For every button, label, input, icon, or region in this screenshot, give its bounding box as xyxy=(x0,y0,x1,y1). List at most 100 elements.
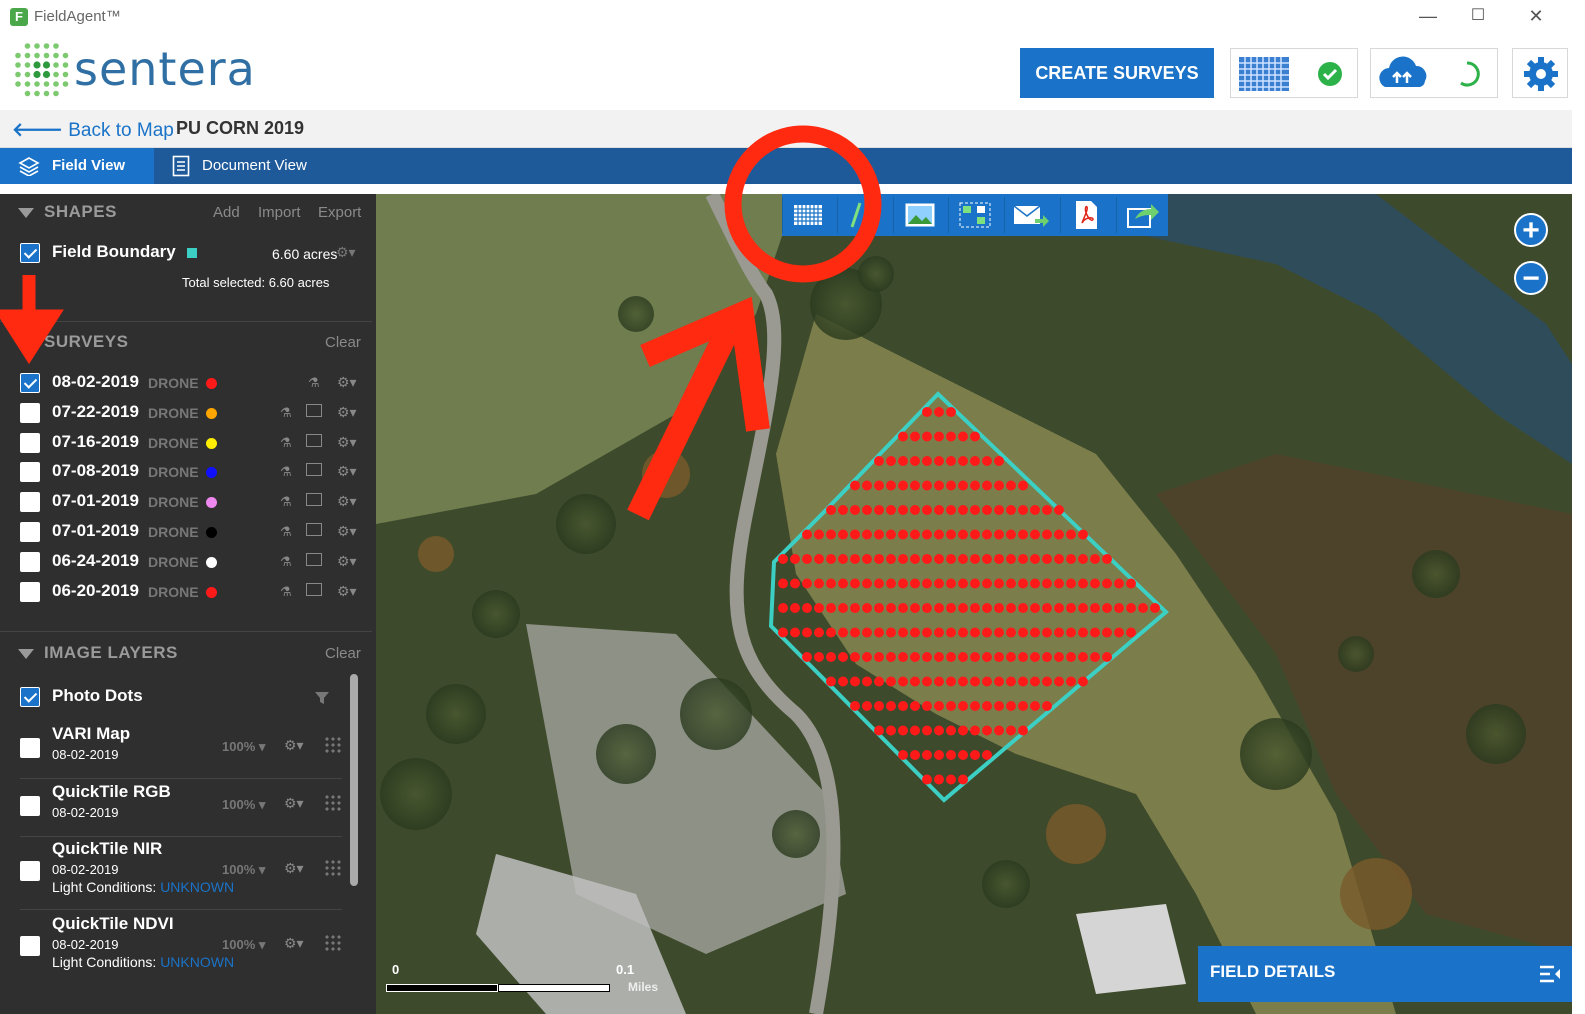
upload-status-box[interactable] xyxy=(1370,48,1498,98)
minimize-button[interactable]: — xyxy=(1408,4,1448,28)
gear-icon[interactable]: ⚙▾ xyxy=(337,374,357,391)
boundary-gear-icon[interactable]: ⚙▾ xyxy=(336,244,356,261)
surveys-clear-link[interactable]: Clear xyxy=(325,334,361,351)
image-layers-section-header[interactable]: IMAGE LAYERS Clear xyxy=(0,635,370,671)
toolbar-draw-button[interactable] xyxy=(837,197,887,233)
survey-checkbox[interactable] xyxy=(20,551,40,572)
image-layer-row[interactable]: QuickTile RGB 08-02-2019 100% ▾ ⚙▾ xyxy=(0,780,350,836)
image-layer-row[interactable]: VARI Map 08-02-2019 100% ▾ ⚙▾ xyxy=(0,722,350,778)
gear-icon[interactable]: ⚙▾ xyxy=(337,404,357,421)
image-icon[interactable] xyxy=(306,493,322,507)
photo-dot xyxy=(970,431,980,442)
zoom-out-button[interactable]: − xyxy=(1514,261,1548,295)
shapes-export-link[interactable]: Export xyxy=(318,204,361,221)
flask-icon[interactable]: ⚗ xyxy=(308,375,320,391)
flask-icon[interactable]: ⚗ xyxy=(280,584,292,600)
drag-handle-icon[interactable] xyxy=(324,794,342,812)
survey-checkbox[interactable] xyxy=(20,492,40,513)
project-title: PU CORN 2019 xyxy=(176,118,305,138)
field-details-button[interactable]: FIELD DETAILS xyxy=(1198,946,1572,1002)
image-icon[interactable] xyxy=(306,403,322,417)
flask-icon[interactable]: ⚗ xyxy=(280,524,292,540)
gear-icon[interactable]: ⚙▾ xyxy=(284,737,304,754)
gear-icon[interactable]: ⚙▾ xyxy=(337,493,357,510)
toolbar-image-button[interactable] xyxy=(893,197,943,233)
image-icon[interactable] xyxy=(306,552,322,566)
layer-opacity-select[interactable]: 100% ▾ xyxy=(222,797,265,813)
survey-checkbox[interactable] xyxy=(20,373,40,393)
survey-checkbox[interactable] xyxy=(20,581,40,602)
survey-row[interactable]: 06-24-2019 DRONE ⚗ ⚙▾ xyxy=(0,547,370,577)
image-layer-row[interactable]: QuickTile NIR 08-02-2019 Light Condition… xyxy=(0,837,350,909)
survey-row[interactable]: 07-01-2019 DRONE ⚗ ⚙▾ xyxy=(0,517,370,547)
flask-icon[interactable]: ⚗ xyxy=(280,435,292,451)
tile-status-box[interactable] xyxy=(1230,48,1358,98)
toolbar-tiles-button[interactable] xyxy=(782,197,832,233)
flask-icon[interactable]: ⚗ xyxy=(280,494,292,510)
gear-icon[interactable]: ⚙▾ xyxy=(284,860,304,877)
survey-checkbox[interactable] xyxy=(20,522,40,542)
drag-handle-icon[interactable] xyxy=(324,736,342,754)
drag-handle-icon[interactable] xyxy=(324,859,342,877)
image-icon[interactable] xyxy=(306,463,322,477)
survey-row[interactable]: 06-20-2019 DRONE ⚗ ⚙▾ xyxy=(0,577,370,607)
flask-icon[interactable]: ⚗ xyxy=(280,554,292,570)
drag-handle-icon[interactable] xyxy=(324,934,342,952)
survey-row[interactable]: 07-01-2019 DRONE ⚗ ⚙▾ xyxy=(0,487,370,517)
surveys-section-header[interactable]: SURVEYS Clear xyxy=(0,324,370,360)
gear-icon[interactable]: ⚙▾ xyxy=(284,935,304,952)
image-icon[interactable] xyxy=(306,582,322,596)
survey-checkbox[interactable] xyxy=(20,402,40,423)
gear-icon[interactable]: ⚙▾ xyxy=(337,523,357,540)
flask-icon[interactable]: ⚗ xyxy=(280,405,292,421)
create-surveys-button[interactable]: CREATE SURVEYS xyxy=(1020,48,1214,98)
survey-row[interactable]: 08-02-2019 DRONE ⚗ ⚙▾ xyxy=(0,368,370,398)
shapes-import-link[interactable]: Import xyxy=(258,204,301,221)
map-view[interactable]: + − 0 0.1 Miles FIELD DETAILS xyxy=(376,194,1572,1014)
gear-icon[interactable]: ⚙▾ xyxy=(284,795,304,812)
survey-row[interactable]: 07-16-2019 DRONE ⚗ ⚙▾ xyxy=(0,428,370,458)
survey-checkbox[interactable] xyxy=(20,432,40,453)
sidebar-scrollbar[interactable] xyxy=(350,674,358,886)
survey-row[interactable]: 07-22-2019 DRONE ⚗ ⚙▾ xyxy=(0,398,370,428)
shapes-section-header[interactable]: SHAPES Add Import Export xyxy=(0,194,370,230)
layer-checkbox[interactable] xyxy=(20,738,40,758)
survey-row[interactable]: 07-08-2019 DRONE ⚗ ⚙▾ xyxy=(0,457,370,487)
image-icon[interactable] xyxy=(306,523,322,536)
field-boundary-checkbox[interactable] xyxy=(20,243,40,263)
photo-dot xyxy=(982,750,992,760)
flask-icon[interactable]: ⚗ xyxy=(280,464,292,480)
gear-icon[interactable]: ⚙▾ xyxy=(337,553,357,570)
settings-button[interactable] xyxy=(1512,48,1568,98)
survey-checkbox[interactable] xyxy=(20,462,40,483)
tree-canopy xyxy=(982,860,1030,908)
gear-icon[interactable]: ⚙▾ xyxy=(337,583,357,600)
layer-opacity-select[interactable]: 100% ▾ xyxy=(222,937,265,953)
layer-checkbox[interactable] xyxy=(20,936,40,956)
gear-icon[interactable]: ⚙▾ xyxy=(337,463,357,480)
filter-icon[interactable] xyxy=(314,690,330,706)
image-layers-clear-link[interactable]: Clear xyxy=(325,645,361,662)
shapes-add-link[interactable]: Add xyxy=(213,204,240,221)
image-layer-row[interactable]: QuickTile NDVI 08-02-2019 Light Conditio… xyxy=(0,912,350,984)
photo-dot xyxy=(898,480,908,491)
gear-icon[interactable]: ⚙▾ xyxy=(337,434,357,451)
maximize-button[interactable]: ☐ xyxy=(1458,4,1498,28)
tab-document-view[interactable]: Document View xyxy=(154,148,334,184)
photo-dot xyxy=(1054,627,1064,638)
layer-checkbox[interactable] xyxy=(20,861,40,881)
toolbar-email-button[interactable] xyxy=(1004,197,1054,233)
tab-field-view[interactable]: Field View xyxy=(0,148,154,184)
photo-dots-checkbox[interactable] xyxy=(20,687,40,707)
toolbar-pdf-button[interactable] xyxy=(1060,197,1110,233)
layer-opacity-select[interactable]: 100% ▾ xyxy=(222,739,265,755)
toolbar-export-button[interactable] xyxy=(1116,197,1166,233)
layer-opacity-select[interactable]: 100% ▾ xyxy=(222,862,265,878)
image-icon[interactable] xyxy=(306,433,322,447)
back-to-map-link[interactable]: 🡐 Back to Map xyxy=(12,118,174,142)
layer-checkbox[interactable] xyxy=(20,796,40,816)
toolbar-zones-button[interactable] xyxy=(948,197,998,233)
photo-dot xyxy=(910,725,920,736)
zoom-in-button[interactable]: + xyxy=(1514,213,1548,247)
close-button[interactable]: ✕ xyxy=(1516,4,1556,28)
